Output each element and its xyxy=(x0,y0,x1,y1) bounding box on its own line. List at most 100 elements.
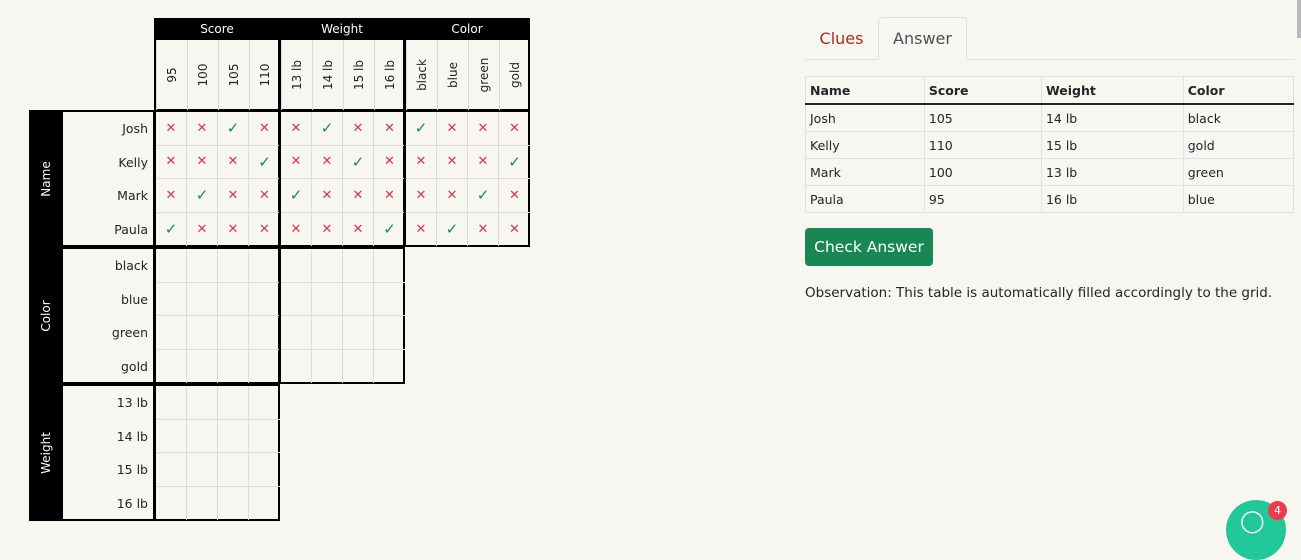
grid-cell[interactable] xyxy=(187,349,218,383)
grid-cell[interactable]: ✓ xyxy=(437,212,468,246)
grid-cell[interactable] xyxy=(156,282,187,316)
grid-cell[interactable]: ✕ xyxy=(156,112,187,146)
grid-cell[interactable]: ✓ xyxy=(156,212,187,246)
grid-cell[interactable] xyxy=(249,420,280,453)
grid-cell[interactable]: ✓ xyxy=(187,179,218,213)
grid-cell[interactable] xyxy=(249,350,280,384)
grid-cell[interactable] xyxy=(156,419,187,453)
grid-cell[interactable]: ✕ xyxy=(187,212,218,246)
grid-cell[interactable] xyxy=(218,316,249,350)
grid-cell[interactable] xyxy=(249,316,280,350)
grid-cell[interactable] xyxy=(156,453,187,487)
grid-cell[interactable] xyxy=(218,386,249,420)
grid-cell[interactable] xyxy=(374,249,405,283)
grid-cell[interactable] xyxy=(343,249,374,283)
grid-cell[interactable] xyxy=(374,283,405,316)
grid-cell[interactable]: ✕ xyxy=(374,146,405,179)
grid-cell[interactable]: ✓ xyxy=(249,146,280,179)
grid-cell[interactable]: ✕ xyxy=(374,112,405,146)
tab-clues[interactable]: Clues xyxy=(805,17,878,59)
grid-cell[interactable]: ✕ xyxy=(281,212,312,246)
grid-cell[interactable] xyxy=(249,453,280,487)
grid-cell[interactable] xyxy=(156,249,187,283)
grid-cell[interactable] xyxy=(187,316,218,350)
grid-cell[interactable]: ✕ xyxy=(312,145,343,179)
grid-cell[interactable] xyxy=(187,486,218,520)
grid-cell[interactable]: ✓ xyxy=(312,112,343,146)
grid-cell[interactable] xyxy=(187,419,218,453)
grid-cell[interactable]: ✓ xyxy=(468,179,499,213)
grid-cell[interactable]: ✓ xyxy=(406,112,437,146)
grid-cell[interactable] xyxy=(156,386,187,420)
grid-cell[interactable]: ✕ xyxy=(249,112,280,146)
grid-cell[interactable] xyxy=(312,249,343,283)
grid-cell[interactable] xyxy=(343,316,374,350)
grid-cell[interactable] xyxy=(281,316,312,350)
grid-cell[interactable] xyxy=(312,282,343,316)
grid-cell[interactable]: ✕ xyxy=(406,179,437,213)
grid-cell[interactable]: ✕ xyxy=(312,212,343,246)
grid-cell[interactable]: ✕ xyxy=(249,213,280,247)
grid-cell[interactable] xyxy=(156,486,187,520)
grid-cell[interactable] xyxy=(343,349,374,383)
grid-cell[interactable]: ✕ xyxy=(187,145,218,179)
grid-cell[interactable] xyxy=(374,316,405,350)
grid-cell[interactable]: ✓ xyxy=(218,112,249,146)
grid-cell[interactable] xyxy=(156,316,187,350)
grid-cell[interactable]: ✕ xyxy=(406,212,437,246)
grid-cell[interactable]: ✕ xyxy=(437,179,468,213)
grid-cell[interactable] xyxy=(218,249,249,283)
grid-cell[interactable]: ✕ xyxy=(343,212,374,246)
grid-cell[interactable]: ✕ xyxy=(218,145,249,179)
grid-cell[interactable]: ✕ xyxy=(437,112,468,146)
scrollbar[interactable] xyxy=(1297,0,1301,38)
grid-cell[interactable]: ✕ xyxy=(187,112,218,146)
grid-cell[interactable] xyxy=(281,249,312,283)
grid-cell[interactable]: ✕ xyxy=(343,179,374,213)
grid-cell[interactable] xyxy=(187,249,218,283)
grid-cell[interactable] xyxy=(249,386,280,420)
grid-cell[interactable] xyxy=(281,282,312,316)
grid-cell[interactable] xyxy=(187,386,218,420)
grid-cell[interactable]: ✕ xyxy=(218,179,249,213)
grid-cell[interactable]: ✕ xyxy=(468,212,499,246)
grid-cell[interactable]: ✕ xyxy=(281,145,312,179)
grid-cell[interactable] xyxy=(343,282,374,316)
grid-cell[interactable] xyxy=(218,282,249,316)
grid-cell[interactable] xyxy=(187,453,218,487)
grid-cell[interactable]: ✕ xyxy=(343,112,374,146)
grid-cell[interactable] xyxy=(218,453,249,487)
grid-cell[interactable]: ✕ xyxy=(156,179,187,213)
grid-cell[interactable] xyxy=(312,316,343,350)
check-answer-button[interactable]: Check Answer xyxy=(805,228,933,266)
grid-cell[interactable]: ✓ xyxy=(281,179,312,213)
grid-cell[interactable] xyxy=(187,282,218,316)
grid-cell[interactable]: ✕ xyxy=(374,179,405,213)
grid-cell[interactable] xyxy=(281,349,312,383)
grid-cell[interactable] xyxy=(156,349,187,383)
grid-cell[interactable]: ✓ xyxy=(499,146,530,179)
grid-cell[interactable] xyxy=(249,487,280,521)
tab-answer[interactable]: Answer xyxy=(878,17,967,60)
grid-cell[interactable]: ✕ xyxy=(281,112,312,146)
grid-cell[interactable]: ✕ xyxy=(468,112,499,146)
grid-cell[interactable]: ✕ xyxy=(406,145,437,179)
grid-cell[interactable]: ✕ xyxy=(437,145,468,179)
grid-cell[interactable] xyxy=(218,419,249,453)
grid-cell[interactable] xyxy=(249,249,280,283)
grid-cell[interactable]: ✕ xyxy=(156,145,187,179)
grid-cell[interactable] xyxy=(312,349,343,383)
grid-cell[interactable] xyxy=(218,349,249,383)
grid-cell[interactable] xyxy=(218,486,249,520)
grid-cell[interactable]: ✕ xyxy=(468,145,499,179)
grid-cell[interactable]: ✕ xyxy=(218,212,249,246)
grid-cell[interactable]: ✕ xyxy=(499,213,530,247)
grid-cell[interactable]: ✕ xyxy=(312,179,343,213)
grid-cell[interactable]: ✕ xyxy=(499,179,530,213)
grid-cell[interactable]: ✕ xyxy=(499,112,530,146)
grid-cell[interactable] xyxy=(249,283,280,316)
grid-cell[interactable] xyxy=(374,350,405,384)
grid-cell[interactable]: ✓ xyxy=(343,145,374,179)
grid-cell[interactable]: ✓ xyxy=(374,213,405,247)
grid-cell[interactable]: ✕ xyxy=(249,179,280,213)
